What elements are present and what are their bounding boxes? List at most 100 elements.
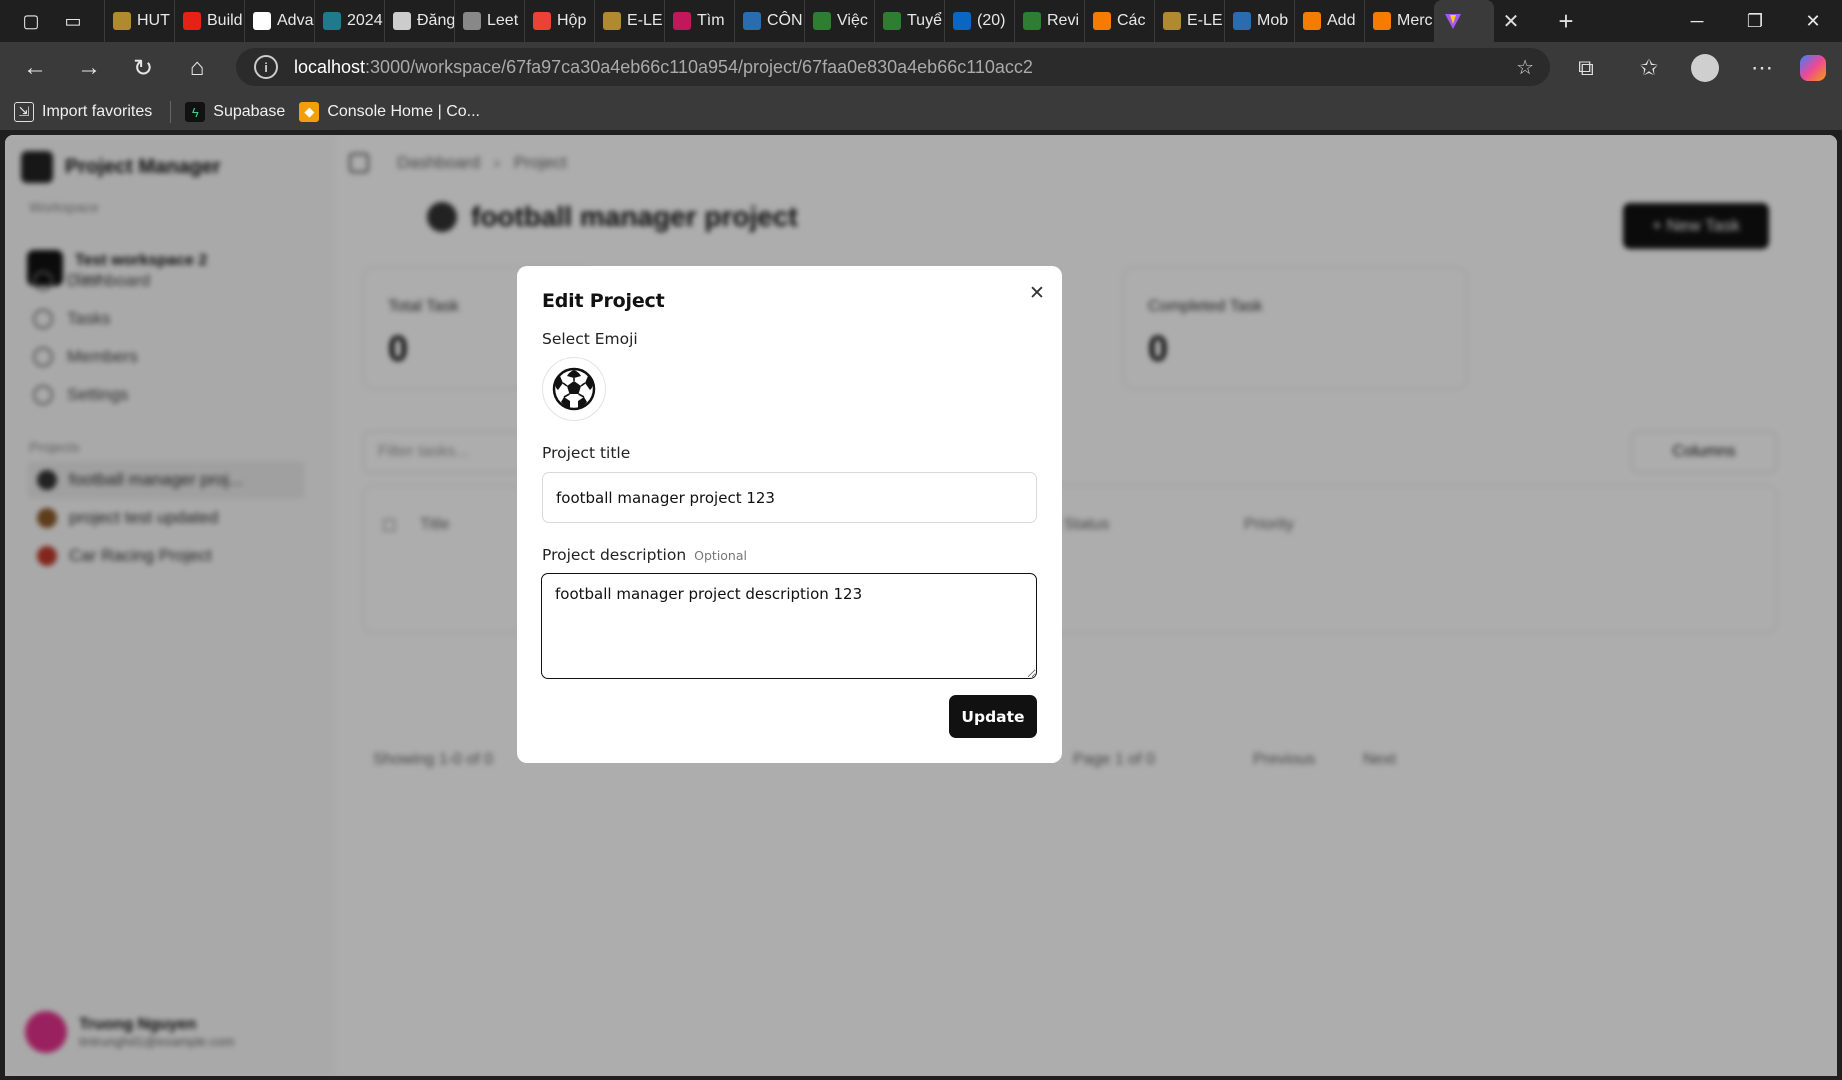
tab-favicon-icon [323,12,341,30]
tab-label: Leet [487,12,519,29]
edit-project-dialog: Edit Project ✕ Select Emoji Project titl… [517,266,1062,763]
bookmark-label: Console Home | Co... [327,103,480,120]
tab-favicon-icon [1163,12,1181,30]
tab-active[interactable] [1434,0,1494,42]
tab-favicon-icon [1093,12,1111,30]
emoji-picker-button[interactable] [542,357,606,421]
browser-tab[interactable]: Tuyể [874,0,944,42]
browser-tab[interactable]: 2024 [314,0,384,42]
browser-tab[interactable]: Merc [1364,0,1434,42]
browser-tab[interactable]: (20) [944,0,1014,42]
bookmark-console-home[interactable]: ◆ Console Home | Co... [299,102,480,122]
soccer-ball-icon [552,367,596,411]
restore-icon[interactable]: ❐ [1726,0,1784,42]
tab-close-icon[interactable]: ✕ [1494,4,1528,38]
tab-label: Đăng [417,12,454,29]
tab-label: Mob [1257,12,1289,29]
tab-favicon-icon [603,12,621,30]
tab-favicon-icon [1023,12,1041,30]
tab-label: Build [207,12,243,29]
import-icon: ⇲ [14,102,34,122]
favorites-icon[interactable]: ✩ [1624,42,1674,94]
tab-label: Tuyể [907,12,942,29]
tab-favicon-icon [813,12,831,30]
new-tab-button[interactable]: + [1546,4,1586,38]
bookmark-supabase[interactable]: ϟ Supabase [185,102,285,122]
browser-tab[interactable]: Đăng [384,0,454,42]
tab-favicon-icon [113,12,131,30]
bookmarks-bar: ⇲ Import favorites ϟ Supabase ◆ Console Hom… [0,94,1842,130]
vite-logo-icon [1445,14,1461,29]
page-viewport: Project Manager Workspace Test workspace… [5,135,1837,1076]
description-label-text: Project description [542,546,687,564]
tab-label: (20) [977,12,1006,29]
tab-label: Tìm [697,12,725,29]
supabase-icon: ϟ [185,102,206,122]
tab-label: HUT [137,12,170,29]
browser-tab[interactable]: Tìm [664,0,734,42]
close-icon[interactable]: ✕ [1026,282,1048,304]
url-bar[interactable]: i localhost:3000/workspace/67fa97ca30a4e… [236,48,1550,86]
browser-tab[interactable]: E-LE [594,0,664,42]
site-info-icon[interactable]: i [254,55,278,79]
address-toolbar: ← → ↻ ⌂ i localhost:3000/workspace/67fa9… [0,42,1842,94]
tab-favicon-icon [883,12,901,30]
project-title-input[interactable] [542,472,1037,523]
emoji-label: Select Emoji [542,330,638,348]
project-description-input[interactable]: football manager project description 123 [541,573,1037,679]
reload-icon[interactable]: ↻ [116,46,170,90]
browser-tab[interactable]: Mob [1224,0,1294,42]
bookmark-label: Import favorites [42,103,153,120]
tab-favicon-icon [1303,12,1321,30]
tab-favicon-icon [463,12,481,30]
tab-label: Adva [277,12,314,29]
aws-console-icon: ◆ [299,102,320,122]
tab-favicon-icon [953,12,971,30]
tab-label: 2024 [347,12,383,29]
tab-label: CÔN [767,12,803,29]
window-close-icon[interactable]: ✕ [1784,0,1842,42]
tab-favicon-icon [743,12,761,30]
browser-tab[interactable]: Leet [454,0,524,42]
optional-hint: Optional [694,548,747,563]
browser-tab[interactable]: Việc [804,0,874,42]
tab-label: E-LE [627,12,663,29]
tab-label: Add [1327,12,1356,29]
project-description-label: Project description Optional [542,546,747,564]
forward-icon[interactable]: → [62,46,116,90]
bookmark-divider [170,101,172,123]
url-path: :3000/workspace/67fa97ca30a4eb66c110a954… [365,56,1033,77]
workspaces-icon[interactable]: ▢ [14,4,48,38]
update-button[interactable]: Update [949,695,1037,738]
browser-tab[interactable]: Revi [1014,0,1084,42]
browser-tab[interactable]: E-LE [1154,0,1224,42]
browser-tab[interactable]: Adva [244,0,314,42]
browser-tab[interactable]: Build [174,0,244,42]
tab-label: Việc [837,12,868,29]
tab-label: E-LE [1187,12,1223,29]
dialog-title: Edit Project [542,290,665,312]
minimize-icon[interactable]: ─ [1668,0,1726,42]
tab-actions-icon[interactable]: ▭ [56,4,90,38]
browser-tab[interactable]: Add [1294,0,1364,42]
browser-tab[interactable]: Các [1084,0,1154,42]
project-title-label: Project title [542,444,631,462]
browser-tab[interactable]: Hộp [524,0,594,42]
tab-favicon-icon [183,12,201,30]
tab-favicon-icon [1373,12,1391,30]
bookmark-import-favorites[interactable]: ⇲ Import favorites [14,102,152,122]
browser-tab[interactable]: CÔN [734,0,804,42]
extensions-icon[interactable]: ⧉ [1561,42,1611,94]
browser-tab-strip: ▢ ▭ HUT Build Adva 2024 Đăng Leet Hộp E-LE Tìm CÔ… [0,0,1842,42]
more-menu-icon[interactable]: ⋯ [1737,42,1787,94]
tab-list: HUT Build Adva 2024 Đăng Leet Hộp E-LE Tìm CÔN Việ… [104,0,1434,42]
browser-tab[interactable]: HUT [104,0,174,42]
home-icon[interactable]: ⌂ [170,46,224,90]
favorite-star-icon[interactable]: ☆ [1516,55,1534,80]
tab-label: Các [1117,12,1146,29]
tab-favicon-icon [253,12,271,30]
profile-avatar[interactable] [1680,42,1730,94]
tab-label: Revi [1047,12,1080,29]
copilot-icon[interactable] [1788,42,1838,94]
back-icon[interactable]: ← [8,46,62,90]
